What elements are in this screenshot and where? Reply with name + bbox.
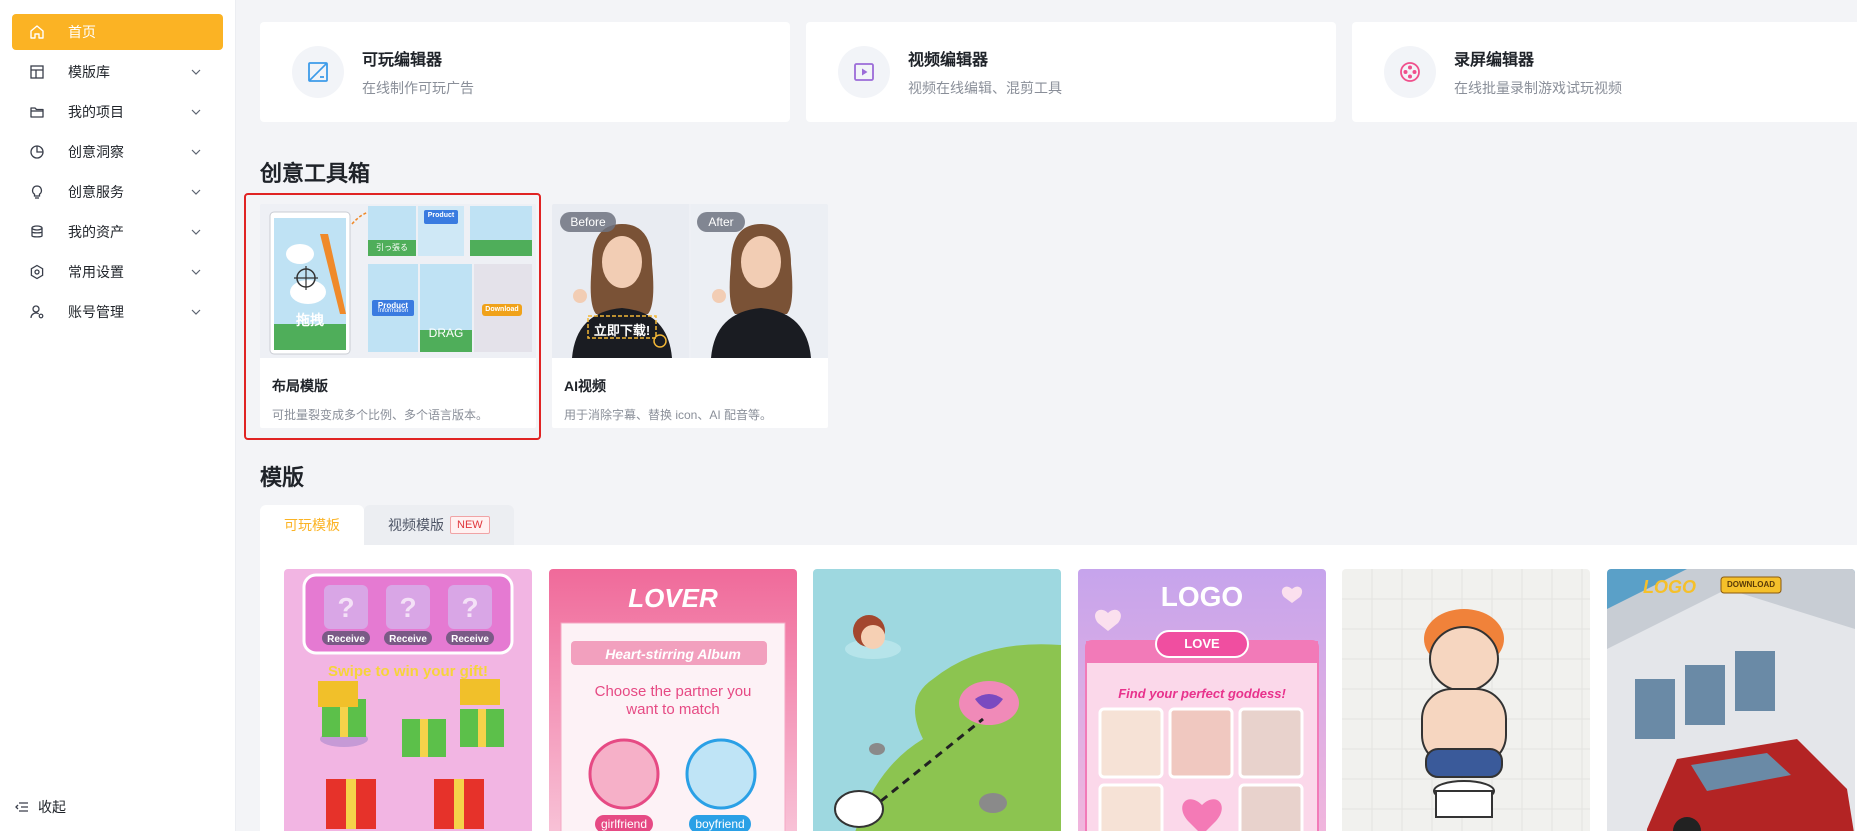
collapse-sidebar-button[interactable]: 收起 (14, 797, 66, 817)
template-card[interactable] (1342, 569, 1590, 831)
pie-chart-icon (28, 143, 46, 161)
playable-editor-card[interactable]: 可玩编辑器 在线制作可玩广告 (260, 22, 790, 122)
main-content: 可玩编辑器 在线制作可玩广告 视频编辑器 视频在线编辑、混剪工具 录屏编辑器 在… (236, 0, 1857, 831)
sidebar-item-label: 常用设置 (68, 264, 124, 280)
love-label: LOVE (1184, 636, 1220, 651)
chevron-down-icon (191, 109, 201, 115)
sidebar-item-settings[interactable]: 常用设置 (12, 254, 223, 290)
boyfriend-label: boyfriend (695, 817, 745, 831)
receive-label: Receive (327, 634, 365, 645)
receive-label: Receive (389, 634, 427, 645)
template-grid: ? ? ? Receive Receive Receive Swipe to w… (260, 545, 1857, 831)
girlfriend-label: girlfriend (600, 817, 648, 831)
collapse-menu-icon (15, 802, 28, 812)
selection-highlight (244, 193, 541, 440)
album-label: Heart-stirring Album (605, 646, 741, 662)
record-editor-card[interactable]: 录屏编辑器 在线批量录制游戏试玩视频 (1352, 22, 1857, 122)
download-label: DOWNLOAD (1727, 580, 1775, 589)
caption-label: 立即下载! (593, 323, 651, 338)
editor-desc: 在线批量录制游戏试玩视频 (1454, 80, 1622, 96)
chevron-down-icon (191, 149, 201, 155)
chevron-down-icon (191, 69, 201, 75)
user-settings-icon (28, 303, 46, 321)
ai-video-card[interactable]: Before After 立即下载! AI视频 用于消除字幕、替换 icon、A… (552, 204, 828, 428)
logo-label: LOGO (1643, 577, 1696, 597)
tool-desc: 用于消除字幕、替换 icon、AI 配音等。 (564, 408, 773, 422)
chevron-down-icon (191, 229, 201, 235)
templates-title: 模版 (260, 465, 305, 490)
sidebar-item-label: 模版库 (68, 64, 110, 80)
sidebar-item-label: 首页 (68, 24, 96, 40)
logo-label: LOGO (1160, 581, 1244, 612)
sidebar-item-label: 我的项目 (68, 104, 124, 120)
sidebar-item-label: 创意洞察 (68, 144, 124, 160)
playable-editor-icon (292, 46, 344, 98)
template-card[interactable]: ? ? ? Receive Receive Receive Swipe to w… (284, 569, 532, 831)
editor-desc: 视频在线编辑、混剪工具 (908, 80, 1062, 96)
video-editor-icon (838, 46, 890, 98)
settings-icon (28, 263, 46, 281)
after-label: After (708, 215, 734, 229)
new-badge: NEW (450, 516, 490, 534)
sidebar-item-templates[interactable]: 模版库 (12, 54, 223, 90)
tab-video-templates[interactable]: 视频模版 NEW (364, 505, 514, 545)
template-card[interactable]: LOGO DOWNLOAD (1607, 569, 1855, 831)
template-card[interactable]: LOGO LOVE Find your perfect goddess! (1078, 569, 1326, 831)
sidebar-item-assets[interactable]: 我的资产 (12, 214, 223, 250)
folder-icon (28, 103, 46, 121)
chevron-down-icon (191, 309, 201, 315)
video-editor-card[interactable]: 视频编辑器 视频在线编辑、混剪工具 (806, 22, 1336, 122)
svg-text:?: ? (399, 592, 416, 623)
sidebar-item-services[interactable]: 创意服务 (12, 174, 223, 210)
record-editor-icon (1384, 46, 1436, 98)
sidebar-item-label: 创意服务 (68, 184, 124, 200)
template-card[interactable] (813, 569, 1061, 831)
tool-name: AI视频 (564, 378, 606, 394)
sidebar-item-label: 我的资产 (68, 224, 124, 240)
lover-logo: LOVER (628, 583, 718, 613)
database-icon (28, 223, 46, 241)
sidebar-item-account[interactable]: 账号管理 (12, 294, 223, 330)
svg-text:?: ? (461, 592, 478, 623)
sidebar-item-insights[interactable]: 创意洞察 (12, 134, 223, 170)
sidebar-item-home[interactable]: 首页 (12, 14, 223, 50)
choose-prompt: Choose the partner you want to match (594, 683, 752, 718)
chevron-down-icon (191, 189, 201, 195)
sidebar-item-label: 账号管理 (68, 304, 124, 320)
before-label: Before (570, 215, 606, 229)
collapse-label: 收起 (38, 799, 66, 815)
layout-icon (28, 63, 46, 81)
sidebar-nav: 首页 模版库 我的项目 创意洞察 创意服务 我的资产 常用设置 账号管理 (0, 0, 235, 330)
sidebar: 首页 模版库 我的项目 创意洞察 创意服务 我的资产 常用设置 账号管理 收起 (0, 0, 236, 831)
chevron-down-icon (191, 269, 201, 275)
ai-video-thumbnail: Before After 立即下载! (552, 204, 828, 358)
editor-cards: 可玩编辑器 在线制作可玩广告 视频编辑器 视频在线编辑、混剪工具 录屏编辑器 在… (260, 22, 1857, 122)
editor-title: 录屏编辑器 (1454, 52, 1535, 69)
template-tabs: 可玩模板 视频模版 NEW (260, 505, 514, 545)
tab-label: 可玩模板 (284, 517, 340, 533)
sidebar-item-projects[interactable]: 我的项目 (12, 94, 223, 130)
receive-label: Receive (451, 634, 489, 645)
svg-text:?: ? (337, 592, 354, 623)
editor-desc: 在线制作可玩广告 (362, 80, 474, 96)
tab-playable-templates[interactable]: 可玩模板 (260, 505, 364, 545)
slogan-label: Swipe to win your gift! (328, 663, 488, 680)
toolbox-title: 创意工具箱 (260, 161, 371, 186)
goddess-slogan: Find your perfect goddess! (1118, 686, 1286, 701)
template-card[interactable]: LOVER Heart-stirring Album Choose the pa… (549, 569, 797, 831)
bulb-icon (28, 183, 46, 201)
editor-title: 可玩编辑器 (362, 52, 443, 69)
tab-label: 视频模版 (388, 517, 444, 533)
editor-title: 视频编辑器 (908, 52, 989, 69)
home-icon (28, 23, 46, 41)
